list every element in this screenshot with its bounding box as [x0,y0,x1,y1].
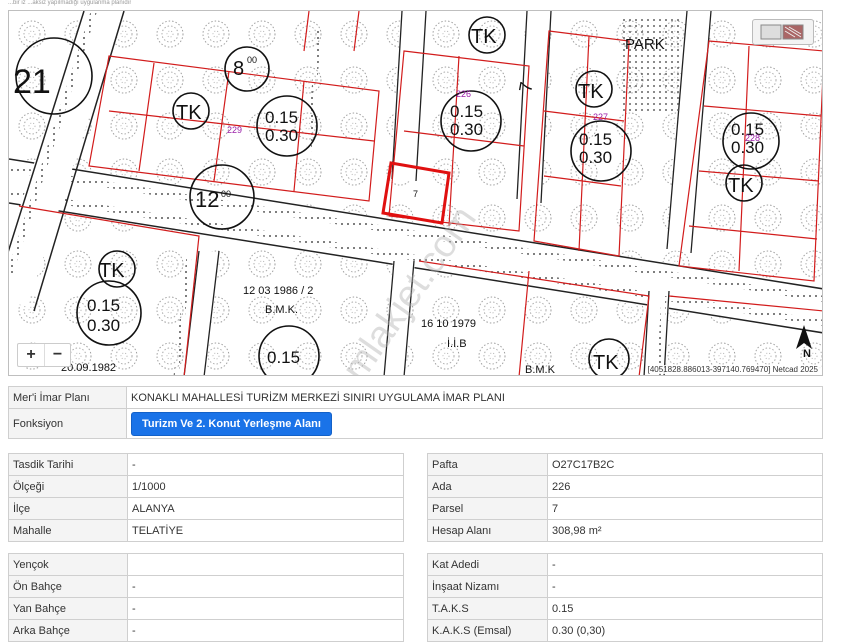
road-width-8-sup: 00 [247,55,257,65]
row-label: Parsel [427,497,548,520]
taks-value: 0.15 [450,102,483,121]
row-label: Pafta [427,453,548,476]
road-width-8: 8 [233,58,244,80]
zoom-out-button[interactable]: − [44,344,70,366]
location-table-right: Pafta O27C17B2C Ada 226 Parsel 7 Hesap Alan… [427,453,823,542]
row-value: - [127,597,404,620]
tk-label: TK [176,102,202,124]
row-label: İnşaat Nizamı [427,575,548,598]
row-label: Mahalle [8,519,128,542]
row-value: - [127,575,404,598]
north-arrow-icon [796,325,812,349]
layer-switcher-button[interactable] [752,19,814,45]
function-button[interactable]: Turizm Ve 2. Konut Yerleşme Alanı [131,411,332,436]
road-width-12-sup: 00 [221,189,231,199]
row-value: ALANYA [127,497,404,520]
tk-label: TK [578,81,604,103]
row-value: - [127,619,404,642]
road-width-12: 12 [195,187,219,212]
row-value: 226 [547,475,823,498]
iib-date: 16 10 1979 [421,318,476,330]
row-label: Kat Adedi [427,553,548,576]
block-number: 227 [593,112,608,122]
row-label: T.A.K.S [427,597,548,620]
row-value: - [127,453,404,476]
park-label: PARK [625,36,665,53]
parcel-number: 7 [413,189,418,199]
building-table-right: Kat Adedi - İnşaat Nizamı - T.A.K.S 0.15 K.… [427,553,823,642]
row-value: - [547,553,823,576]
plan-table: Mer'i İmar Planı KONAKLI MAHALLESİ TURİZ… [8,386,823,439]
header-note: ...bir iz ...aksiz yapılmadığı uygulanma… [8,0,132,6]
row-label: Hesap Alanı [427,519,548,542]
taks-value: 0.15 [87,296,120,315]
row-label: Yan Bahçe [8,597,128,620]
meri-plan-label: Mer'i İmar Planı [8,386,127,409]
tk-label: TK [728,175,754,197]
row-value [127,553,404,576]
tk-label: TK [99,260,125,282]
map-viewer[interactable]: emlakjet.com TK TK TK TK TK TK PARK 21 8… [8,10,823,376]
zoom-control: + − [17,343,71,367]
row-label: Tasdik Tarihi [8,453,128,476]
zoning-map[interactable]: emlakjet.com TK TK TK TK TK TK PARK 21 8… [9,11,823,376]
location-table-left: Tasdik Tarihi - Ölçeği 1/1000 İlçe ALANYA M… [8,453,404,542]
row-label: K.A.K.S (Emsal) [427,619,548,642]
bmk-label: B.M.K [525,364,556,376]
taks-value: 0.15 [579,130,612,149]
taks-value: 0.15 [265,108,298,127]
row-label: Yençok [8,553,128,576]
kaks-value: 0.30 [265,126,298,145]
block-number: 228 [745,133,760,143]
row-value: O27C17B2C [547,453,823,476]
block-number: 229 [227,125,242,135]
row-label: Arka Bahçe [8,619,128,642]
row-value: 308,98 m² [547,519,823,542]
row-value: 7 [547,497,823,520]
row-value: 0.15 [547,597,823,620]
building-table-left: Yençok Ön Bahçe - Yan Bahçe - Arka Bahçe - [8,553,404,642]
row-value: 0.30 (0,30) [547,619,823,642]
tk-label: TK [593,352,619,374]
row-label: Ölçeği [8,475,128,498]
row-label: Ön Bahçe [8,575,128,598]
kaks-value: 0.30 [87,316,120,335]
block-number: 226 [456,89,471,99]
zoom-in-button[interactable]: + [18,344,44,366]
meri-plan-value: KONAKLI MAHALLESİ TURİZM MERKEZİ SINIRI … [126,386,823,409]
layers-icon [760,24,804,40]
taks-value: 0.15 [267,348,300,367]
row-label: İlçe [8,497,128,520]
row-value: TELATİYE [127,519,404,542]
coordinate-readout: [4051828.886013-397140.769470] Netcad 20… [645,365,820,374]
row-label: Ada [427,475,548,498]
kaks-value: 0.30 [579,148,612,167]
area-number: 21 [13,63,51,101]
row-value: - [547,575,823,598]
row-value: 1/1000 [127,475,404,498]
bmk-label: B.M.K. [265,304,298,316]
bmk-date: 12 03 1986 / 2 [243,285,313,297]
tk-label: TK [471,26,497,48]
function-label: Fonksiyon [8,408,127,439]
kaks-value: 0.30 [450,120,483,139]
iib-label: İ.İ.B [447,337,467,350]
